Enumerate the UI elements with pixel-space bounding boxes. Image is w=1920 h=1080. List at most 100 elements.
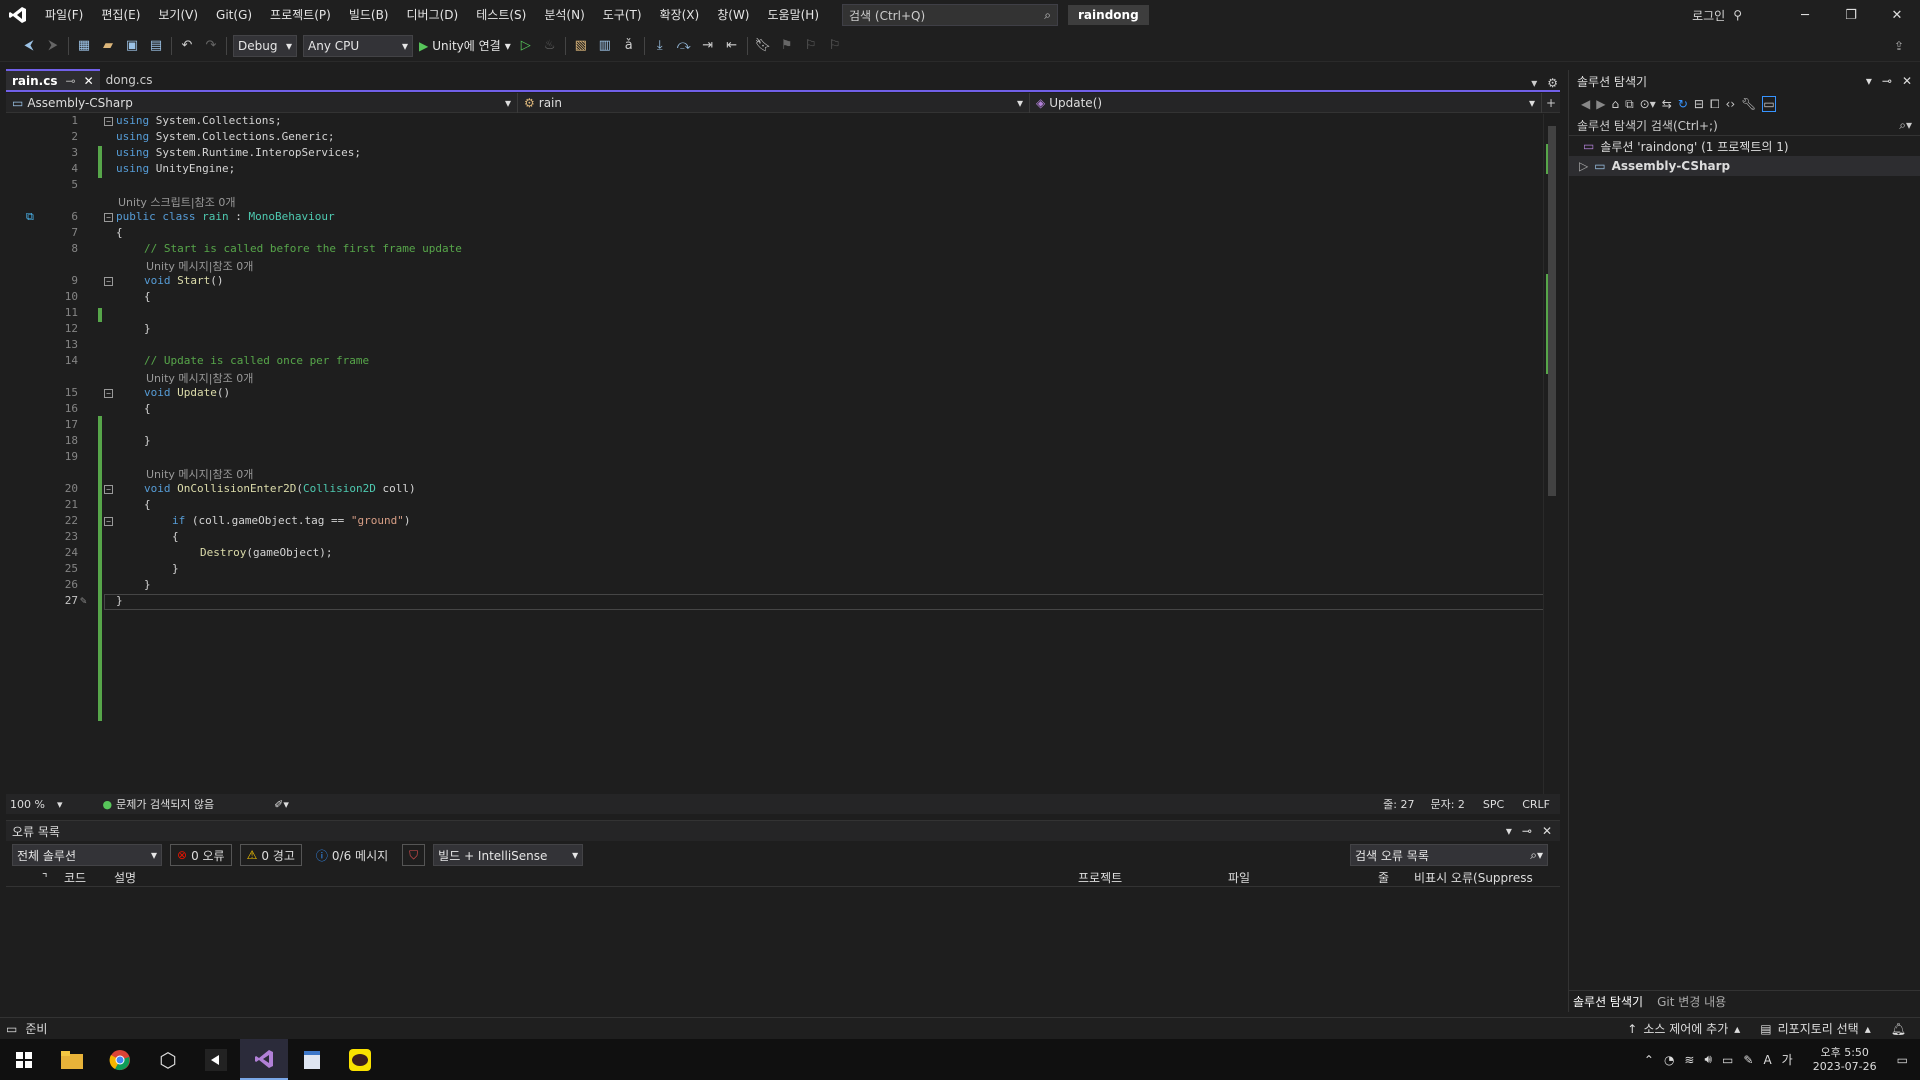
menu-item[interactable]: 도구(T) — [594, 0, 651, 30]
step-over-icon[interactable]: ⤼ — [675, 37, 693, 55]
menu-item[interactable]: 보기(V) — [149, 0, 207, 30]
live-share-icon[interactable]: ⇪ — [1894, 39, 1904, 53]
column-header-line[interactable]: 줄 — [1378, 869, 1389, 886]
zoom-level[interactable]: 100 % — [10, 798, 45, 811]
brush-icon[interactable]: ✐▾ — [274, 798, 289, 811]
sort-icon[interactable]: ⌝ — [42, 871, 48, 885]
menu-item[interactable]: 파일(F) — [36, 0, 92, 30]
menu-item[interactable]: 분석(N) — [535, 0, 593, 30]
browse-icon[interactable]: ▧ — [572, 37, 590, 55]
expand-chevron-icon[interactable]: ▷ — [1579, 159, 1588, 173]
volume-icon[interactable]: 🔊︎ — [1704, 1052, 1712, 1067]
split-editor-icon[interactable]: + — [1546, 96, 1556, 110]
collapse-toggle[interactable]: − — [104, 517, 113, 526]
tab-dong-cs[interactable]: dong.cs — [100, 69, 159, 90]
battery-icon[interactable]: ▭ — [1722, 1053, 1733, 1067]
menu-item[interactable]: 빌드(B) — [340, 0, 398, 30]
chevron-down-icon[interactable]: ▾ — [1866, 74, 1872, 88]
column-header-description[interactable]: 설명 — [114, 869, 136, 886]
clear-bookmarks-icon[interactable]: ⚐ — [826, 37, 844, 55]
column-indicator[interactable]: 문자: 2 — [1430, 796, 1464, 812]
kakaotalk-icon[interactable] — [336, 1039, 384, 1080]
scope-select[interactable]: 전체 솔루션 ▾ — [12, 844, 162, 866]
login-link[interactable]: 로그인 — [1692, 7, 1725, 24]
outdent-icon[interactable]: ⇤ — [723, 37, 741, 55]
wifi-icon[interactable]: ≋ — [1684, 1053, 1694, 1067]
chevron-up-icon[interactable]: ⌃ — [1644, 1053, 1654, 1067]
code-view-icon[interactable]: ‹› — [1726, 97, 1736, 111]
codelens-refs[interactable]: Unity 메시지|참조 0개 — [146, 258, 253, 274]
column-header-project[interactable]: 프로젝트 — [1078, 869, 1122, 886]
open-folder-icon[interactable]: ▰ — [99, 37, 117, 55]
codelens-refs[interactable]: Unity 메시지|참조 0개 — [146, 466, 253, 482]
indent-icon[interactable]: ⇥ — [699, 37, 717, 55]
step-into-icon[interactable]: ⤓ — [651, 37, 669, 55]
tree-solution-root[interactable]: ▭ 솔루션 'raindong' (1 프로젝트의 1) — [1569, 136, 1920, 156]
hot-reload-icon[interactable]: ♨ — [541, 37, 559, 55]
errors-filter-button[interactable]: ⊗ 0 오류 — [170, 844, 232, 866]
undo-icon[interactable]: ↶ — [178, 37, 196, 55]
new-project-icon[interactable]: ▦ — [75, 37, 93, 55]
solution-search-input[interactable]: 솔루션 탐색기 검색(Ctrl+;) ⌕▾ — [1569, 116, 1920, 136]
line-ending-indicator[interactable]: CRLF — [1522, 798, 1550, 811]
pin-icon[interactable]: ⊸ — [1522, 824, 1532, 838]
properties-icon[interactable]: 🔧︎ — [1741, 97, 1756, 111]
bookmark-icon[interactable]: 🔖︎ — [754, 37, 772, 55]
pen-icon[interactable]: ✎ — [1743, 1053, 1753, 1067]
notifications-bell-icon[interactable]: 🔔︎ — [1891, 1022, 1906, 1036]
global-search-input[interactable]: 검색 (Ctrl+Q) ⌕ — [842, 4, 1059, 26]
pin-icon[interactable]: ⊸ — [66, 74, 76, 88]
restore-button[interactable]: ❐ — [1828, 8, 1874, 23]
korean-ime-icon[interactable]: 가 — [1782, 1051, 1793, 1068]
messages-filter-button[interactable]: ⓘ 0/6 메시지 — [310, 844, 394, 866]
menu-item[interactable]: 편집(E) — [92, 0, 149, 30]
close-icon[interactable]: ✕ — [1902, 74, 1912, 88]
menu-item[interactable]: 프로젝트(P) — [261, 0, 340, 30]
issues-status[interactable]: 문제가 검색되지 않음 — [116, 796, 214, 812]
menu-item[interactable]: Git(G) — [207, 0, 261, 30]
windows-start-icon[interactable] — [0, 1039, 48, 1080]
line-indicator[interactable]: 줄: 27 — [1383, 796, 1414, 812]
collapse-toggle[interactable]: − — [104, 277, 113, 286]
start-without-debug-icon[interactable]: ▷ — [517, 37, 535, 55]
spell-check-icon[interactable]: ǎ — [620, 37, 638, 55]
editor-vertical-scrollbar[interactable] — [1543, 114, 1560, 794]
attach-unity-button[interactable]: ▶ Unity에 연결 ▾ — [419, 37, 511, 54]
codelens-refs[interactable]: Unity 메시지|참조 0개 — [146, 370, 253, 386]
scrollbar-thumb[interactable] — [1548, 126, 1556, 496]
collapse-all-icon[interactable]: ⊟ — [1694, 97, 1704, 111]
collapse-toggle[interactable]: − — [104, 213, 113, 222]
minimize-button[interactable]: ─ — [1782, 8, 1828, 23]
home-icon[interactable]: ⌂ — [1611, 97, 1619, 111]
forward-icon[interactable]: ▶ — [1596, 97, 1605, 111]
prev-bookmark-icon[interactable]: ⚑ — [778, 37, 796, 55]
show-all-files-icon[interactable]: ⧠ — [1710, 97, 1720, 112]
tree-project-assembly[interactable]: ▷ ▭ Assembly-CSharp — [1569, 156, 1920, 176]
configuration-select[interactable]: Debug ▾ — [233, 34, 297, 57]
menu-item[interactable]: 디버그(D) — [398, 0, 468, 30]
member-dropdown[interactable]: ◈ Update() ▾ — [1030, 92, 1542, 113]
redo-icon[interactable]: ↷ — [202, 37, 220, 55]
visual-studio-taskbar-icon[interactable] — [240, 1039, 288, 1080]
tab-git-changes[interactable]: Git 변경 내용 — [1657, 993, 1726, 1010]
unity-hub-icon[interactable]: ⬡ — [144, 1039, 192, 1080]
column-header-code[interactable]: 코드 — [64, 869, 86, 886]
quick-action-icon[interactable]: ✎ — [80, 594, 87, 607]
back-icon[interactable]: ⮜ — [20, 37, 38, 55]
refresh-icon[interactable]: ↻ — [1678, 97, 1688, 111]
project-dropdown[interactable]: ▭ Assembly-CSharp ▾ — [6, 92, 518, 113]
next-bookmark-icon[interactable]: ⚐ — [802, 37, 820, 55]
settings-gear-icon[interactable]: ⚙ — [1547, 76, 1558, 90]
filter-button[interactable]: ⛉ — [402, 844, 426, 866]
file-explorer-icon[interactable] — [48, 1039, 96, 1080]
menu-item[interactable]: 도움말(H) — [759, 0, 829, 30]
preview-icon[interactable]: ▭ — [1762, 96, 1776, 112]
forward-icon[interactable]: ⮞ — [44, 37, 62, 55]
select-repository-button[interactable]: 리포지토리 선택 — [1778, 1020, 1859, 1037]
save-icon[interactable]: ▣ — [123, 37, 141, 55]
error-search-input[interactable]: 검색 오류 목록 ⌕▾ — [1350, 844, 1548, 866]
chevron-down-icon[interactable]: ▾ — [1506, 824, 1512, 838]
chevron-down-icon[interactable]: ▾ — [57, 798, 63, 811]
build-source-select[interactable]: 빌드 + IntelliSense ▾ — [433, 844, 584, 866]
collapse-toggle[interactable]: − — [104, 117, 113, 126]
